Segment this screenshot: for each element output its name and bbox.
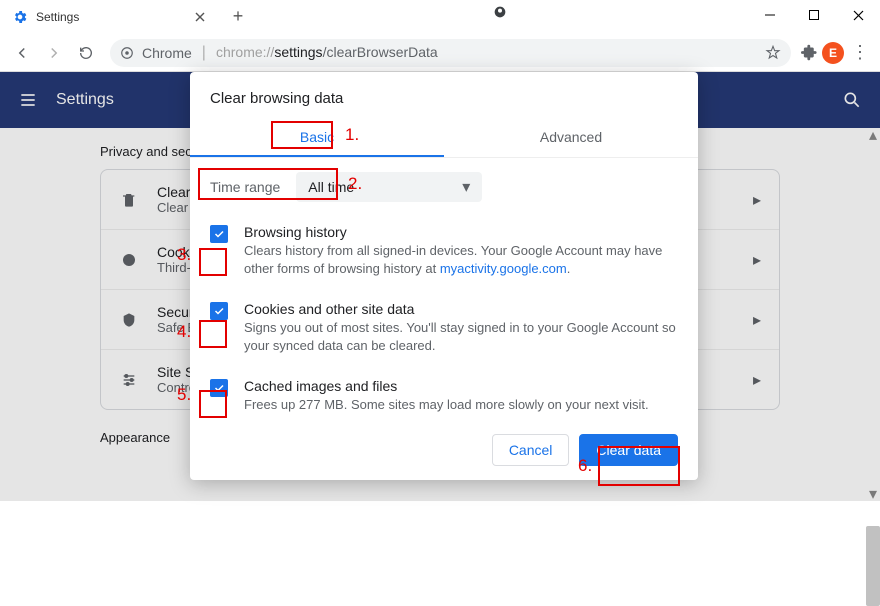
reload-button[interactable] bbox=[72, 39, 100, 67]
close-window-button[interactable] bbox=[836, 0, 880, 30]
option-desc: Frees up 277 MB. Some sites may load mor… bbox=[244, 396, 649, 414]
option-title: Cached images and files bbox=[244, 378, 649, 394]
time-range-label: Time range bbox=[210, 179, 280, 195]
bookmark-star-icon[interactable] bbox=[765, 45, 781, 61]
link-myactivity[interactable]: myactivity.google.com bbox=[440, 261, 567, 276]
address-bar[interactable]: Chrome | chrome://settings/clearBrowserD… bbox=[110, 39, 791, 67]
tab-basic[interactable]: Basic bbox=[190, 119, 444, 155]
tab-title: Settings bbox=[36, 10, 192, 24]
back-button[interactable] bbox=[8, 39, 36, 67]
guest-icon[interactable] bbox=[485, 4, 515, 20]
clear-data-button[interactable]: Clear data bbox=[579, 434, 678, 466]
option-title: Browsing history bbox=[244, 224, 678, 240]
dialog-actions: Cancel Clear data bbox=[190, 426, 698, 466]
annotation-num-4: 4. bbox=[177, 322, 191, 342]
close-icon[interactable] bbox=[192, 9, 208, 25]
annotation-num-2: 2. bbox=[348, 174, 362, 194]
gear-icon bbox=[12, 9, 28, 25]
option-desc: Clears history from all signed-in device… bbox=[244, 242, 678, 277]
checkbox-cache[interactable] bbox=[210, 379, 228, 397]
checkbox-browsing-history[interactable] bbox=[210, 225, 228, 243]
tab-indicator bbox=[190, 155, 444, 157]
new-tab-button[interactable]: + bbox=[224, 2, 252, 30]
url-protocol: Chrome bbox=[142, 45, 192, 61]
annotation-num-5: 5. bbox=[177, 385, 191, 405]
checkbox-cookies[interactable] bbox=[210, 302, 228, 320]
app-area: Settings Privacy and security Clear brow… bbox=[0, 72, 880, 501]
scroll-thumb[interactable] bbox=[866, 526, 880, 606]
annotation-num-6: 6. bbox=[578, 456, 592, 476]
tab-advanced[interactable]: Advanced bbox=[444, 119, 698, 155]
dialog-title: Clear browsing data bbox=[190, 72, 698, 119]
forward-button[interactable] bbox=[40, 39, 68, 67]
menu-kebab-icon[interactable]: ⋮ bbox=[848, 42, 872, 63]
option-cookies: Cookies and other site data Signs you ou… bbox=[210, 289, 678, 366]
option-browsing-history: Browsing history Clears history from all… bbox=[210, 212, 678, 289]
browser-toolbar: Chrome | chrome://settings/clearBrowserD… bbox=[0, 34, 880, 72]
time-range-row: Time range All time ▾ bbox=[190, 158, 698, 208]
chrome-page-icon bbox=[120, 46, 134, 60]
clear-data-dialog: Clear browsing data Basic Advanced Time … bbox=[190, 72, 698, 480]
minimize-button[interactable] bbox=[748, 0, 792, 30]
cancel-button[interactable]: Cancel bbox=[492, 434, 570, 466]
profile-avatar[interactable]: E bbox=[822, 42, 844, 64]
extensions-icon[interactable] bbox=[801, 44, 818, 61]
time-range-select[interactable]: All time ▾ bbox=[296, 172, 482, 202]
annotation-num-1: 1. bbox=[345, 125, 359, 145]
option-title: Cookies and other site data bbox=[244, 301, 678, 317]
chevron-down-icon: ▾ bbox=[462, 177, 470, 197]
window-controls bbox=[748, 0, 880, 30]
option-desc: Signs you out of most sites. You'll stay… bbox=[244, 319, 678, 354]
maximize-button[interactable] bbox=[792, 0, 836, 30]
options-list: Browsing history Clears history from all… bbox=[190, 208, 698, 426]
window-titlebar: Settings + bbox=[0, 0, 880, 34]
browser-tab[interactable]: Settings bbox=[0, 0, 220, 34]
annotation-num-3: 3. bbox=[177, 245, 191, 265]
option-cache: Cached images and files Frees up 277 MB.… bbox=[210, 366, 678, 426]
